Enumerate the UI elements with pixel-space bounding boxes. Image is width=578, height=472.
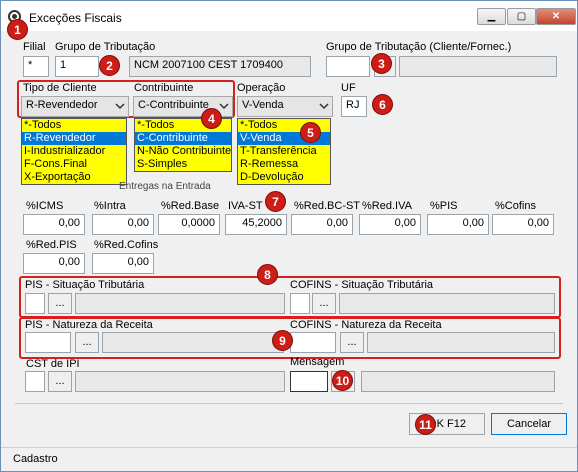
dropdown-option-selected[interactable]: C-Contribuinte [135, 132, 231, 145]
uf-field[interactable]: RJ [341, 96, 367, 117]
badge-7: 7 [265, 191, 286, 212]
iva-st-label: IVA-ST [228, 200, 263, 212]
cofins-nat-code-field[interactable] [290, 332, 336, 353]
grupo-trib-cli-label: Grupo de Tributação (Cliente/Fornec.) [326, 41, 512, 53]
cancel-button[interactable]: Cancelar [491, 413, 567, 435]
dropdown-option[interactable]: *-Todos [22, 119, 126, 132]
red-cofins-label: %Red.Cofins [94, 239, 159, 251]
tipo-cliente-label: Tipo de Cliente [23, 82, 97, 94]
pis-sit-desc-field [75, 293, 285, 314]
tipo-cliente-dropdown: *-Todos R-Revendedor I-Industrializador … [21, 118, 127, 185]
red-base-field[interactable]: 0,0000 [158, 214, 220, 235]
chevron-down-icon [319, 103, 329, 110]
cofins-sit-label: COFINS - Situação Tributária [290, 279, 434, 291]
badge-9: 9 [272, 330, 293, 351]
pis-nat-code-field[interactable] [25, 332, 71, 353]
dropdown-option[interactable]: N-Não Contribuinte [135, 145, 231, 158]
cofins-nat-lookup-button[interactable]: ... [340, 332, 364, 353]
contribuinte-label: Contribuinte [134, 82, 194, 94]
cofins-sit-desc-field [339, 293, 555, 314]
red-pis-field[interactable]: 0,00 [23, 253, 85, 274]
dropdown-option[interactable]: X-Exportação [22, 171, 126, 184]
cst-ipi-label: CST de IPI [26, 358, 80, 370]
mensagem-label: Mensagem [290, 356, 345, 368]
cofins-label: %Cofins [495, 200, 536, 212]
badge-2: 2 [99, 55, 120, 76]
red-cofins-field[interactable]: 0,00 [92, 253, 154, 274]
pis-sit-code-field[interactable] [25, 293, 45, 314]
cst-ipi-desc-field [75, 371, 285, 392]
pis-sit-lookup-button[interactable]: ... [48, 293, 72, 314]
filial-field[interactable]: * [23, 56, 49, 77]
maximize-button[interactable]: ▢ [507, 8, 536, 25]
close-button[interactable]: ✕ [536, 8, 576, 25]
pis-label: %PIS [430, 200, 458, 212]
badge-4: 4 [201, 108, 222, 129]
grupo-trib-label: Grupo de Tributação [55, 41, 156, 53]
contribuinte-value: C-Contribuinte [138, 99, 209, 111]
icms-label: %ICMS [26, 200, 64, 212]
intra-label: %Intra [94, 200, 126, 212]
pis-nat-label: PIS - Natureza da Receita [25, 319, 153, 331]
divider [15, 403, 563, 404]
grupo-trib-cli-desc-field [399, 56, 557, 77]
minimize-button[interactable]: ▁ [477, 8, 506, 25]
pis-sit-label: PIS - Situação Tributária [25, 279, 145, 291]
iva-st-field[interactable]: 45,2000 [225, 214, 287, 235]
cofins-nat-label: COFINS - Natureza da Receita [290, 319, 442, 331]
uf-label: UF [341, 82, 356, 94]
badge-3: 3 [371, 53, 392, 74]
chevron-down-icon [219, 103, 229, 110]
dropdown-option-selected[interactable]: R-Revendedor [22, 132, 126, 145]
badge-10: 10 [332, 370, 353, 391]
badge-8: 8 [257, 264, 278, 285]
red-bc-st-label: %Red.BC-ST [294, 200, 361, 212]
pis-field[interactable]: 0,00 [427, 214, 489, 235]
title-bar[interactable]: Exceções Fiscais ▁ ▢ ✕ [1, 1, 577, 31]
filial-label: Filial [23, 41, 46, 53]
dropdown-option[interactable]: F-Cons.Final [22, 158, 126, 171]
status-bar: Cadastro [1, 447, 577, 471]
tabs-partial[interactable]: Entregas na Entrada [119, 181, 231, 191]
red-pis-label: %Red.PIS [26, 239, 77, 251]
operacao-value: V-Venda [242, 99, 284, 111]
red-iva-label: %Red.IVA [362, 200, 412, 212]
intra-field[interactable]: 0,00 [92, 214, 154, 235]
badge-11: 11 [415, 414, 436, 435]
red-iva-field[interactable]: 0,00 [359, 214, 421, 235]
cst-ipi-code-field[interactable] [25, 371, 45, 392]
grupo-trib-cli-code-field[interactable] [326, 56, 370, 77]
red-bc-st-field[interactable]: 0,00 [291, 214, 353, 235]
cofins-sit-lookup-button[interactable]: ... [312, 293, 336, 314]
cst-ipi-lookup-button[interactable]: ... [48, 371, 72, 392]
cofins-field[interactable]: 0,00 [492, 214, 554, 235]
tipo-cliente-value: R-Revendedor [26, 99, 98, 111]
grupo-trib-code-field[interactable]: 1 [55, 56, 99, 77]
pis-nat-lookup-button[interactable]: ... [75, 332, 99, 353]
badge-6: 6 [372, 94, 393, 115]
icms-field[interactable]: 0,00 [23, 214, 85, 235]
cofins-nat-desc-field [367, 332, 555, 353]
operacao-select[interactable]: V-Venda [237, 96, 333, 117]
cadastro-tab[interactable]: Cadastro [13, 453, 58, 465]
dropdown-option[interactable]: R-Remessa [238, 158, 330, 171]
mensagem-code-field[interactable] [290, 371, 328, 392]
window-title: Exceções Fiscais [29, 11, 122, 25]
grupo-trib-desc-field: NCM 2007100 CEST 1709400 [129, 56, 311, 77]
mensagem-desc-field [361, 371, 555, 392]
operacao-label: Operação [237, 82, 286, 94]
dropdown-option[interactable]: S-Simples [135, 158, 231, 171]
pis-nat-desc-field [102, 332, 284, 353]
dropdown-option[interactable]: I-Industrializador [22, 145, 126, 158]
badge-5: 5 [300, 122, 321, 143]
dropdown-option[interactable]: T-Transferência [238, 145, 330, 158]
badge-1: 1 [7, 19, 28, 40]
excecoes-fiscais-window: Exceções Fiscais ▁ ▢ ✕ Filial * Grupo de… [0, 0, 578, 472]
chevron-down-icon [115, 103, 125, 110]
cofins-sit-code-field[interactable] [290, 293, 310, 314]
tipo-cliente-select[interactable]: R-Revendedor [21, 96, 129, 117]
dropdown-option[interactable]: D-Devolução [238, 171, 330, 184]
red-base-label: %Red.Base [161, 200, 220, 212]
